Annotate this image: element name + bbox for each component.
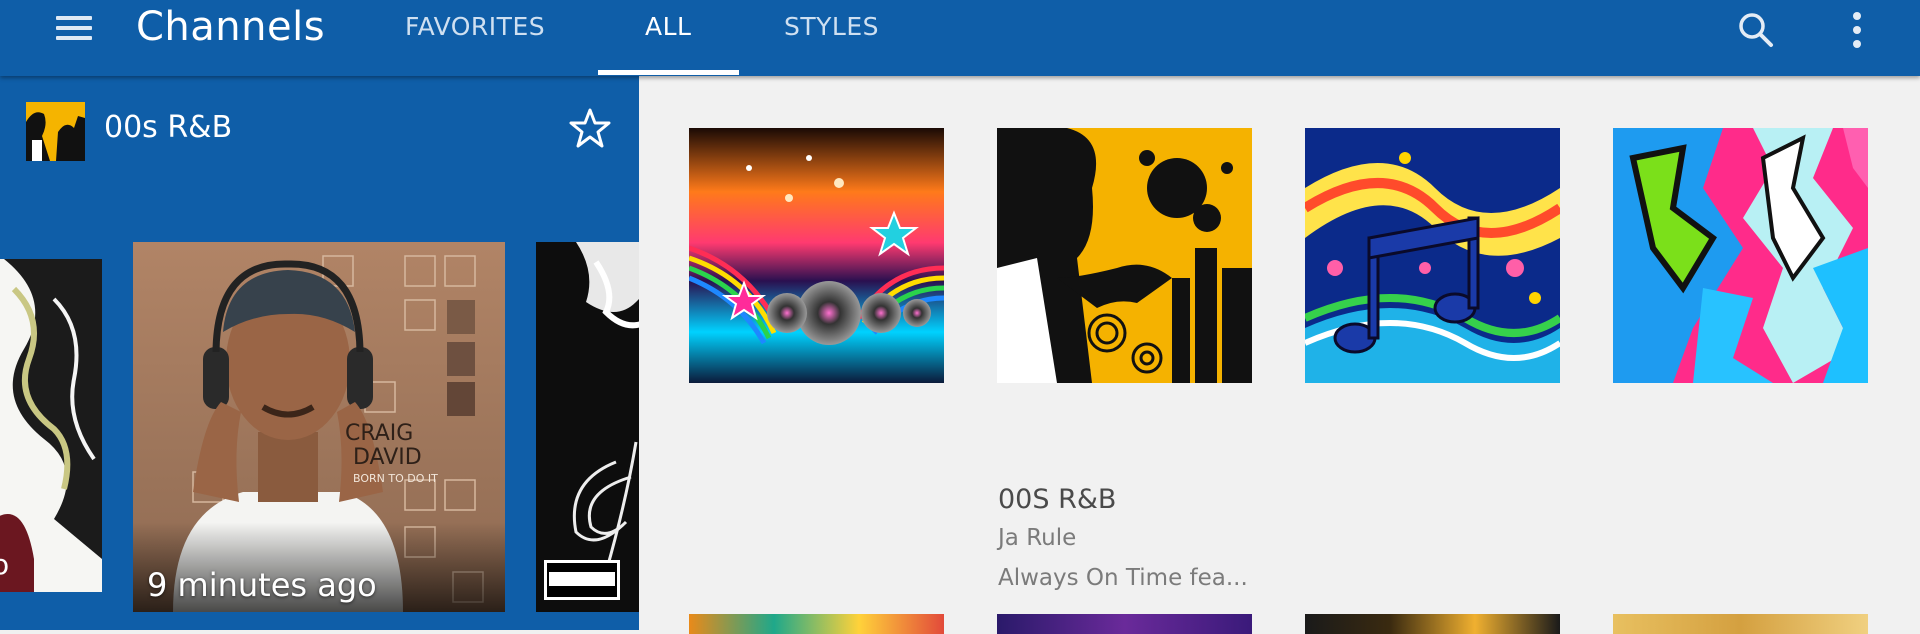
tab-all[interactable]: ALL bbox=[645, 12, 691, 41]
app-bar: Channels FAVORITES ALL STYLES bbox=[0, 0, 1920, 76]
tab-favorites[interactable]: FAVORITES bbox=[405, 12, 545, 41]
page-title: Channels bbox=[136, 4, 326, 50]
channel-tile-row2[interactable] bbox=[997, 614, 1252, 634]
album-cover-current[interactable]: CRAIG DAVID BORN TO DO IT 9 minutes ago bbox=[133, 242, 505, 612]
channel-tile-featured[interactable] bbox=[997, 128, 1252, 383]
album-cover-previous[interactable]: o bbox=[0, 259, 102, 592]
more-options-icon[interactable] bbox=[1846, 10, 1868, 50]
active-tab-indicator bbox=[598, 70, 739, 75]
album-cover-next[interactable] bbox=[536, 242, 639, 612]
favorite-star-icon[interactable] bbox=[568, 106, 612, 150]
svg-text:DAVID: DAVID bbox=[353, 445, 422, 470]
menu-icon[interactable] bbox=[52, 12, 96, 44]
channel-tile[interactable] bbox=[1305, 128, 1560, 383]
channel-thumbnail[interactable] bbox=[26, 102, 85, 161]
channel-tile[interactable] bbox=[689, 128, 944, 383]
channel-tile[interactable] bbox=[1613, 128, 1868, 383]
svg-text:CRAIG: CRAIG bbox=[345, 421, 413, 446]
channel-name: 00S R&B bbox=[998, 484, 1117, 515]
tab-styles[interactable]: STYLES bbox=[784, 12, 879, 41]
svg-text:BORN TO DO IT: BORN TO DO IT bbox=[353, 472, 438, 485]
channel-tile-row2[interactable] bbox=[689, 614, 944, 634]
last-played-timestamp: 9 minutes ago bbox=[147, 566, 377, 604]
channel-song: Always On Time fea... bbox=[998, 565, 1248, 591]
channel-artist: Ja Rule bbox=[998, 525, 1077, 551]
now-playing-panel: 00s R&B o CRAIG DAVID BORN TO DO IT 9 mi… bbox=[0, 76, 639, 630]
svg-text:o: o bbox=[0, 548, 9, 581]
now-playing-channel: 00s R&B bbox=[104, 110, 233, 145]
channel-grid: 00S R&B Ja Rule Always On Time fea... bbox=[639, 76, 1920, 634]
search-icon[interactable] bbox=[1736, 10, 1776, 50]
channel-tile-row2[interactable] bbox=[1305, 614, 1560, 634]
featured-channel-info: 00S R&B Ja Rule Always On Time fea... bbox=[998, 484, 1258, 591]
channel-tile-row2[interactable] bbox=[1613, 614, 1868, 634]
